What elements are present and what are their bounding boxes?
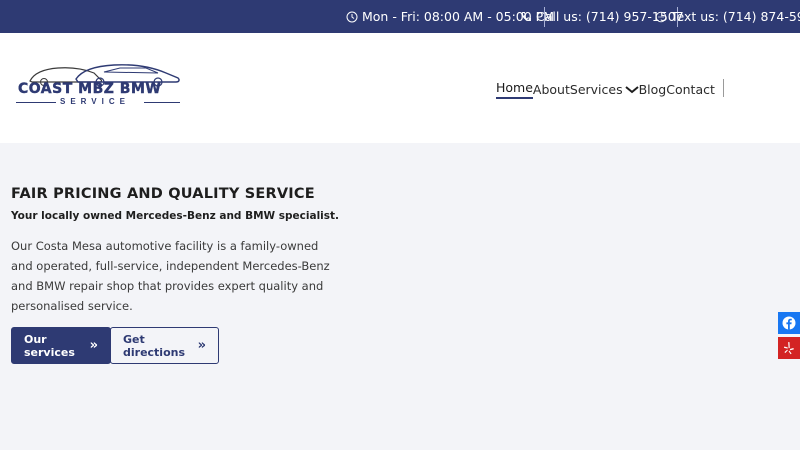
yelp-link[interactable]	[778, 337, 800, 359]
get-directions-button[interactable]: Get directions »	[110, 327, 219, 364]
text-link[interactable]: Text us: (714) 874-5998	[655, 0, 800, 33]
nav-about[interactable]: About	[533, 82, 570, 97]
text-us-text[interactable]: Text us: (714) 874-5998	[671, 9, 800, 24]
facebook-icon	[782, 316, 796, 330]
hero-title: FAIR PRICING AND QUALITY SERVICE	[11, 186, 315, 202]
nav-blog[interactable]: Blog	[639, 82, 667, 97]
hero-body: Our Costa Mesa automotive facility is a …	[11, 239, 330, 313]
hero-subtitle: Your locally owned Mercedes-Benz and BMW…	[11, 210, 340, 222]
top-bar: Mon - Fri: 08:00 AM - 05:00 PM Call us: …	[0, 0, 800, 33]
site-header: COAST MBZ BMW SERVICE Home About Service…	[0, 33, 800, 143]
facebook-link[interactable]	[778, 312, 800, 334]
get-directions-label: Get directions	[123, 332, 186, 359]
our-services-label: Our services	[24, 332, 75, 359]
logo-sub: SERVICE	[60, 97, 130, 106]
nav-divider	[723, 79, 724, 97]
main-nav: Home About Services Blog Contact	[496, 80, 715, 99]
logo-line	[144, 102, 180, 103]
nav-home[interactable]: Home	[496, 80, 533, 99]
our-services-button[interactable]: Our services »	[11, 327, 111, 364]
logo-line	[16, 102, 56, 103]
clock-icon	[346, 11, 358, 22]
logo-name: COAST MBZ BMW	[18, 81, 162, 97]
double-chevron-right-icon: »	[89, 338, 98, 353]
yelp-icon	[784, 342, 794, 355]
logo[interactable]: COAST MBZ BMW SERVICE	[16, 59, 184, 109]
phone-icon	[522, 11, 531, 21]
chevron-down-icon[interactable]	[624, 85, 639, 94]
nav-services[interactable]: Services	[570, 82, 623, 97]
nav-contact[interactable]: Contact	[666, 82, 715, 97]
chat-icon	[655, 11, 667, 22]
double-chevron-right-icon: »	[197, 338, 206, 353]
